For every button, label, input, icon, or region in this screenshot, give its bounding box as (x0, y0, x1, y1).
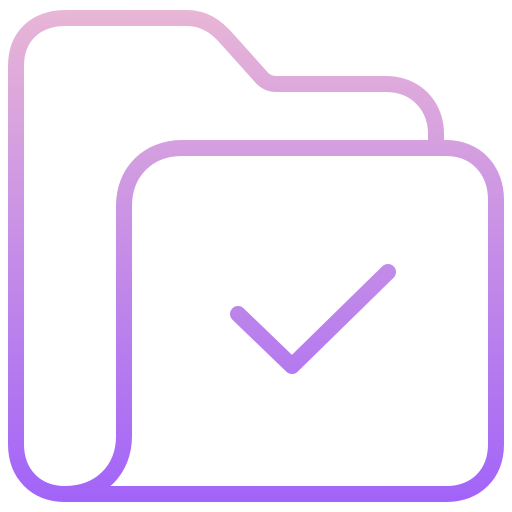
folder-back-shape (8, 10, 444, 502)
folder-front-shape (57, 140, 504, 502)
checkmark-icon (230, 264, 396, 374)
folder-check-icon (8, 10, 504, 502)
icon-canvas (0, 0, 512, 512)
